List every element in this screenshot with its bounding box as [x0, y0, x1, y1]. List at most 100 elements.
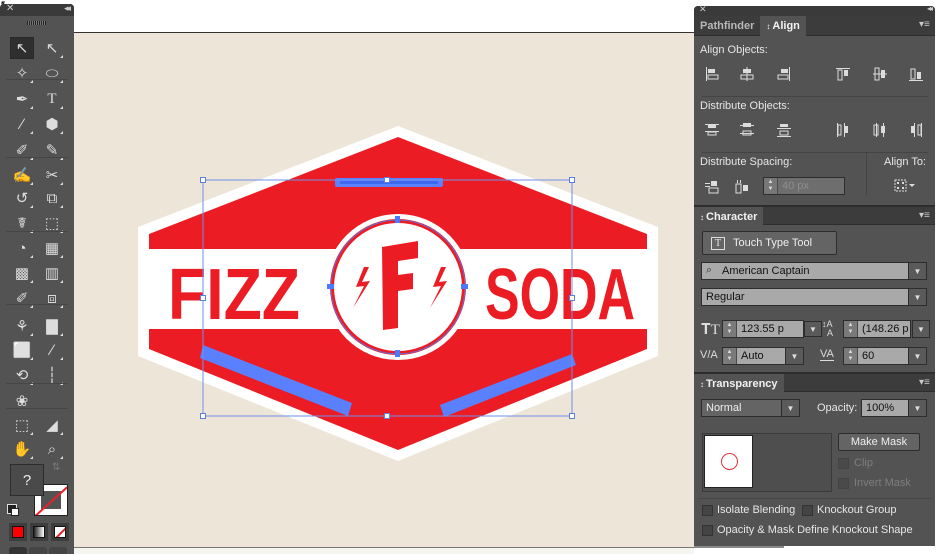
blend-tool[interactable]: ⧈: [40, 287, 64, 309]
tab-transparency[interactable]: ↕ Transparency: [694, 374, 784, 394]
tab-pathfinder[interactable]: Pathfinder: [694, 16, 760, 36]
spinner[interactable]: ▲ ▼: [723, 348, 737, 364]
selection-tool[interactable]: ↖: [10, 37, 34, 59]
vertical-align-bottom-icon[interactable]: [908, 66, 924, 82]
artwork-thumbnail[interactable]: [704, 435, 753, 488]
hand-tool[interactable]: ✋: [10, 438, 34, 460]
slice-tool[interactable]: ∕: [40, 339, 64, 361]
blend-mode-select[interactable]: Normal ▼: [701, 399, 800, 417]
opacity-input[interactable]: 100% ▼: [861, 399, 927, 417]
artboard-tool[interactable]: ⬜: [10, 339, 34, 361]
symbol-sprayer-tool[interactable]: ⚘: [10, 315, 34, 337]
gradient-tool[interactable]: ▥: [40, 262, 64, 284]
collapse-icon[interactable]: ◂◂: [64, 3, 71, 14]
distribute-spacing-input[interactable]: ▲ ▼ 40 px: [763, 177, 845, 195]
opacity-mask-knockout-checkbox[interactable]: [702, 525, 713, 536]
artboard-canvas[interactable]: FIZZ SODA: [74, 32, 694, 548]
tab-character[interactable]: ↕ Character: [694, 207, 764, 227]
chevron-down-icon[interactable]: ▼: [785, 348, 803, 364]
blob-brush-tool[interactable]: ✍: [10, 164, 34, 186]
scale-tool[interactable]: ⧉: [40, 187, 64, 209]
tab-align[interactable]: ↕ Align: [760, 16, 806, 36]
polygon-tool[interactable]: ⬢: [40, 113, 64, 135]
chevron-down-icon[interactable]: ▼: [781, 400, 799, 416]
default-fill-stroke-icon[interactable]: [7, 504, 19, 516]
close-icon[interactable]: ✕: [699, 4, 707, 15]
kerning-input[interactable]: ▲ ▼ Auto ▼: [722, 347, 804, 365]
vertical-align-center-icon[interactable]: [872, 66, 888, 82]
color-mode-button[interactable]: [9, 523, 27, 541]
chevron-down-icon[interactable]: ▼: [908, 289, 926, 305]
scissors-tool[interactable]: ✂: [40, 164, 64, 186]
perspective-grid-tool[interactable]: ▦: [40, 237, 64, 259]
vertical-distribute-bottom-icon[interactable]: [776, 122, 792, 138]
rotate-tool[interactable]: ↺: [10, 187, 34, 209]
horizontal-distribute-left-icon[interactable]: [835, 122, 851, 138]
button-label: Make Mask: [850, 436, 908, 448]
vertical-distribute-center-icon[interactable]: [739, 122, 755, 138]
spinner[interactable]: ▲ ▼: [844, 348, 858, 364]
eraser-tool[interactable]: ◢: [40, 414, 64, 436]
horizontal-distribute-center-icon[interactable]: [872, 122, 888, 138]
mesh-tool[interactable]: ▩: [10, 262, 34, 284]
panel-menu-icon[interactable]: ▾≡: [919, 211, 931, 221]
vertical-distribute-space-icon[interactable]: [704, 179, 720, 195]
eyedropper-tool[interactable]: ✐: [10, 287, 34, 309]
touch-type-tool-button[interactable]: T Touch Type Tool: [702, 231, 837, 255]
draw-normal-button[interactable]: [9, 547, 27, 554]
chevron-down-icon[interactable]: ▼: [908, 263, 926, 279]
tools-panel-header[interactable]: ✕ ◂◂: [0, 3, 74, 16]
gradient-mode-button[interactable]: [30, 523, 48, 541]
fill-swatch[interactable]: ?: [10, 464, 44, 496]
chevron-down-icon[interactable]: ▼: [908, 348, 926, 364]
fizz-soda-logo[interactable]: FIZZ SODA: [74, 33, 694, 549]
pen-tool[interactable]: ✒: [10, 88, 34, 110]
draw-behind-button[interactable]: [29, 547, 47, 554]
type-tool[interactable]: T: [40, 88, 64, 110]
close-icon[interactable]: ✕: [6, 3, 14, 14]
knockout-group-checkbox[interactable]: [802, 505, 813, 516]
spinner[interactable]: ▲ ▼: [723, 321, 737, 337]
horizontal-align-right-icon[interactable]: [776, 66, 792, 82]
magic-wand-tool[interactable]: ✧: [10, 62, 34, 84]
column-graph-tool[interactable]: ▇: [40, 315, 64, 337]
horizontal-distribute-space-icon[interactable]: [734, 179, 750, 195]
lasso-tool[interactable]: ⬭: [40, 62, 64, 84]
font-size-input[interactable]: ▲ ▼ 123.55 p ▼: [722, 320, 822, 338]
chevron-down-icon[interactable]: ▼: [804, 321, 822, 337]
polygon-icon: ⬢: [45, 116, 59, 133]
horizontal-align-center-icon[interactable]: [739, 66, 755, 82]
panel-menu-icon[interactable]: ▾≡: [919, 20, 931, 30]
clip-checkbox[interactable]: [838, 458, 849, 469]
invert-mask-checkbox[interactable]: [838, 478, 849, 489]
draw-inside-button[interactable]: [49, 547, 67, 554]
line-segment-tool[interactable]: ∕: [10, 113, 34, 135]
vertical-distribute-top-icon[interactable]: [704, 122, 720, 138]
swap-fill-stroke-icon[interactable]: ⇅: [52, 462, 60, 473]
align-to-dropdown[interactable]: [894, 178, 918, 194]
clip-label: Clip: [854, 457, 873, 469]
make-mask-button[interactable]: Make Mask: [838, 433, 920, 451]
chevron-down-icon[interactable]: ▼: [908, 400, 926, 416]
chevron-down-icon[interactable]: ▼: [912, 320, 930, 338]
tracking-input[interactable]: ▲ ▼ 60 ▼: [843, 347, 927, 365]
isolate-blending-checkbox[interactable]: [702, 505, 713, 516]
none-mode-button[interactable]: [51, 523, 69, 541]
panel-grip[interactable]: [27, 21, 46, 25]
panel-menu-icon[interactable]: ▾≡: [919, 378, 931, 388]
collapse-icon[interactable]: ◂◂: [927, 4, 933, 13]
leading-input[interactable]: ▲ ▼ (148.26 p: [843, 320, 911, 338]
zoom-tool[interactable]: ⌕: [40, 438, 64, 460]
spinner[interactable]: ▲ ▼: [844, 321, 858, 337]
direct-selection-tool[interactable]: ↖: [40, 37, 64, 59]
shape-builder-tool[interactable]: ◔: [10, 237, 34, 259]
font-family-select[interactable]: ⌕ American Captain ▼: [701, 262, 927, 280]
dock-header[interactable]: ✕ ◂◂: [694, 4, 935, 16]
horizontal-align-left-icon[interactable]: [704, 66, 720, 82]
align-objects-label: Align Objects:: [700, 44, 768, 56]
spinner[interactable]: ▲ ▼: [764, 178, 778, 194]
font-style-select[interactable]: Regular ▼: [701, 288, 927, 306]
vertical-align-top-icon[interactable]: [835, 66, 851, 82]
horizontal-distribute-right-icon[interactable]: [908, 122, 924, 138]
crop-area-tool[interactable]: ⬚: [10, 414, 34, 436]
